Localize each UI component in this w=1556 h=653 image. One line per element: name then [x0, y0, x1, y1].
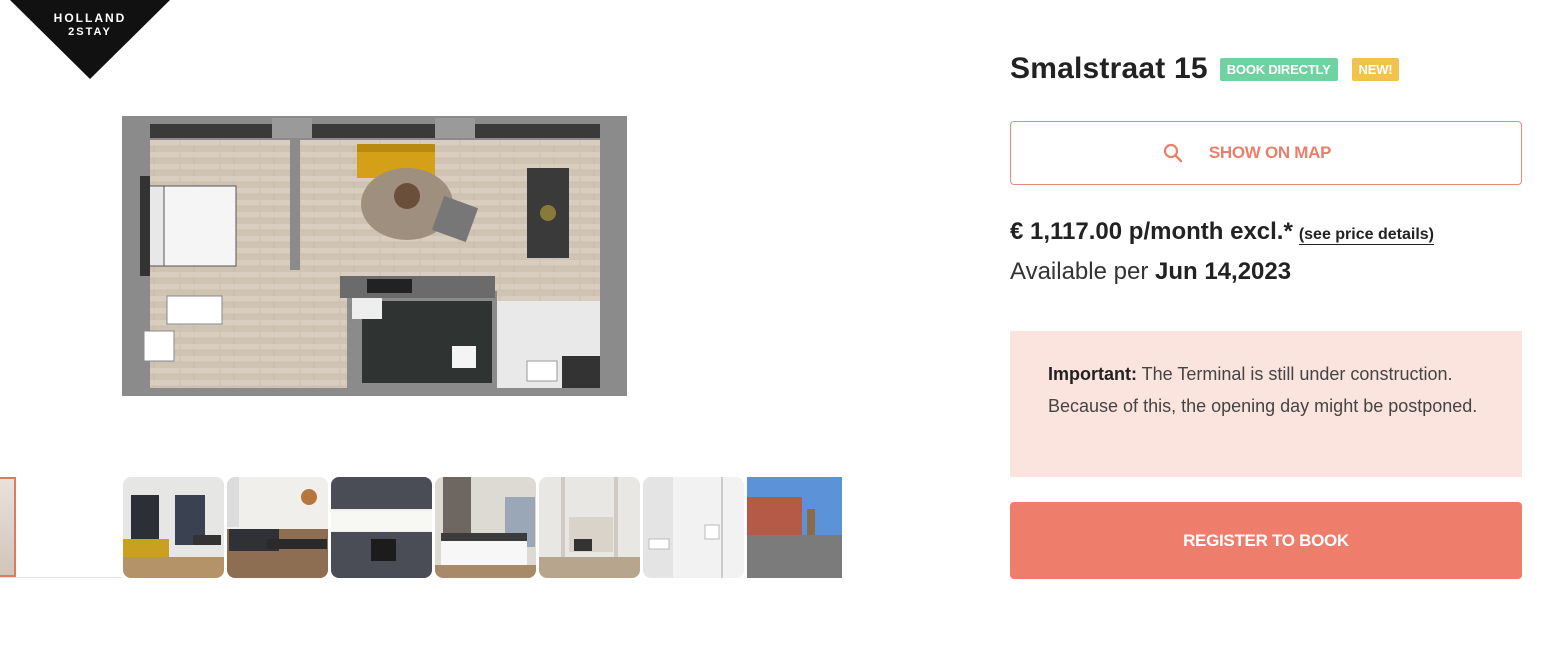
thumbnail-dining-kitchen[interactable]	[227, 477, 328, 578]
price-details-link[interactable]: (see price details)	[1298, 226, 1434, 245]
price-text: € 1,117.00 p/month excl.*	[1010, 218, 1293, 245]
availability-row: Available per Jun 14,2023	[1010, 258, 1291, 286]
logo-line2: 2STAY	[68, 26, 112, 38]
thumbnail-active-floorplan[interactable]	[0, 477, 16, 577]
thumbnail-kitchen[interactable]	[331, 477, 432, 578]
thumbnail-divider	[0, 577, 122, 578]
listing-header: Smalstraat 15 BOOK DIRECTLY NEW!	[1010, 52, 1400, 86]
notice-strong: Important:	[1048, 364, 1137, 384]
thumbnail-living-room[interactable]	[123, 477, 224, 578]
thumbnail-hallway-living[interactable]	[539, 477, 640, 578]
listing-title: Smalstraat 15	[1010, 52, 1208, 85]
new-badge: NEW!	[1351, 57, 1400, 81]
availability-label: Available per	[1010, 258, 1149, 285]
price-row: € 1,117.00 p/month excl.* (see price det…	[1010, 218, 1434, 246]
thumbnail-bedroom[interactable]	[435, 477, 536, 578]
book-directly-badge: BOOK DIRECTLY	[1219, 57, 1338, 81]
logo-line1: HOLLAND	[53, 11, 127, 25]
availability-date: Jun 14,2023	[1155, 258, 1292, 285]
register-to-book-button[interactable]: REGISTER TO BOOK	[1010, 502, 1522, 579]
brand-logo[interactable]: HOLLAND 2STAY	[10, 0, 170, 80]
register-to-book-label: REGISTER TO BOOK	[1183, 530, 1349, 550]
show-on-map-label: SHOW ON MAP	[1208, 143, 1332, 162]
thumbnail-strip	[123, 477, 842, 578]
thumbnail-bathroom[interactable]	[643, 477, 744, 578]
show-on-map-button[interactable]: SHOW ON MAP	[1010, 121, 1522, 185]
search-icon	[1163, 143, 1183, 163]
thumbnail-exterior[interactable]	[747, 477, 842, 578]
important-notice: Important: The Terminal is still under c…	[1010, 331, 1522, 477]
floor-plan-image[interactable]	[122, 116, 627, 396]
